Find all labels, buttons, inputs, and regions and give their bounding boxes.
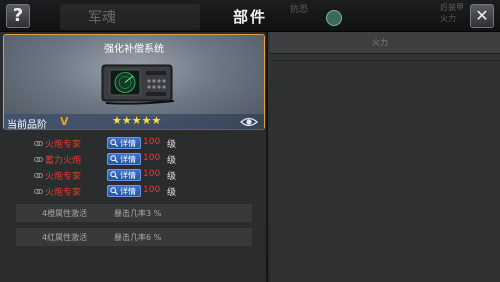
right-panel: 火力 <box>270 32 500 282</box>
attribute-value: 暴击几率3 % <box>114 209 162 218</box>
link-icon <box>34 173 43 178</box>
magnifier-icon <box>110 187 118 195</box>
bonus-value: 100 <box>143 169 161 179</box>
close-button[interactable]: ✕ <box>470 4 494 28</box>
bonus-row: 火炮专家 详情 100 级 <box>0 184 268 199</box>
top-bar: ? 军魂 部件 抗恐 后装甲 火力 ✕ <box>0 0 500 32</box>
attribute-row: 4橙属性激活 暴击几率3 % <box>15 203 253 223</box>
detail-button-label: 详情 <box>120 171 136 180</box>
bonus-name: 火炮专家 <box>45 188 82 198</box>
bonus-row: 蓄力火炮 详情 100 级 <box>0 152 268 167</box>
right-panel-body <box>270 60 500 282</box>
attribute-value: 暴击几率6 % <box>114 233 162 242</box>
bonus-value: 100 <box>143 153 161 163</box>
background-text-right: 抗恐 <box>290 5 309 15</box>
detail-button[interactable]: 详情 <box>107 153 141 165</box>
rank-row: 当前品阶 V ★★★★★ <box>4 114 264 131</box>
attribute-row: 4红属性激活 暴击几率6 % <box>15 227 253 247</box>
bonus-unit: 级 <box>167 156 177 166</box>
bonus-row: 火炮专家 详情 100 级 <box>0 136 268 151</box>
link-icon <box>34 141 43 146</box>
emblem-icon <box>326 10 342 26</box>
radar-console-icon <box>101 64 175 105</box>
rank-label: 当前品阶 <box>7 120 47 131</box>
bonus-unit: 级 <box>167 188 177 198</box>
bonus-name: 火炮专家 <box>45 140 82 150</box>
background-label-right: 抗恐 <box>290 2 350 28</box>
detail-button[interactable]: 详情 <box>107 137 141 149</box>
bonus-unit: 级 <box>167 172 177 182</box>
link-icon <box>34 189 43 194</box>
right-panel-header-text: 火力 <box>372 38 388 47</box>
detail-button[interactable]: 详情 <box>107 185 141 197</box>
link-icon <box>34 157 43 162</box>
detail-button-label: 详情 <box>120 155 136 164</box>
detail-button-label: 详情 <box>120 139 136 148</box>
attribute-label: 4红属性激活 <box>42 233 88 242</box>
rank-value: V <box>60 115 69 128</box>
eye-icon[interactable] <box>240 116 258 128</box>
page-title: 部件 <box>232 8 267 26</box>
bonus-unit: 级 <box>167 140 177 150</box>
detail-button[interactable]: 详情 <box>107 169 141 181</box>
bonus-value: 100 <box>143 185 161 195</box>
detail-button-label: 详情 <box>120 187 136 196</box>
part-detail-panel: 强化补偿系统 当前品阶 V ★★★★★ 火炮专家 详情 100 级 蓄力火炮 详… <box>0 32 268 282</box>
right-panel-header: 火力 <box>270 32 500 54</box>
bonus-value: 100 <box>143 137 161 147</box>
bonus-name: 火炮专家 <box>45 172 82 182</box>
bonus-row: 火炮专家 详情 100 级 <box>0 168 268 183</box>
magnifier-icon <box>110 155 118 163</box>
item-name: 强化补偿系统 <box>104 44 164 55</box>
bonus-name: 蓄力火炮 <box>45 156 82 166</box>
magnifier-icon <box>110 139 118 147</box>
item-card[interactable]: 强化补偿系统 当前品阶 V ★★★★★ <box>3 34 265 131</box>
attribute-label: 4橙属性激活 <box>42 209 88 218</box>
star-rating: ★★★★★ <box>112 114 162 127</box>
magnifier-icon <box>110 171 118 179</box>
